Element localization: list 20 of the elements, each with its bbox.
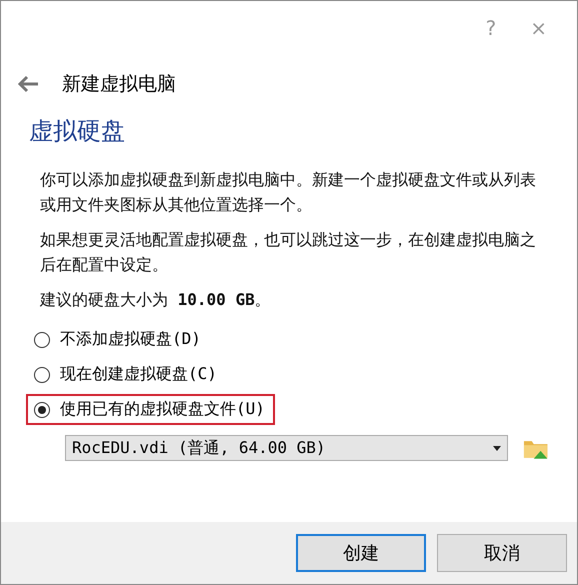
back-button[interactable]: [16, 74, 40, 94]
option-label: 现在创建虚拟硬盘(C): [60, 364, 217, 385]
radio-option[interactable]: 现在创建虚拟硬盘(C): [26, 359, 227, 390]
option-label: 使用已有的虚拟硬盘文件(U): [60, 399, 265, 420]
back-arrow-icon: [16, 74, 40, 94]
wizard-title: 新建虚拟电脑: [62, 72, 176, 97]
radio-button[interactable]: [34, 332, 50, 348]
dialog-button[interactable]: 取消: [437, 534, 567, 572]
caret-icon: [492, 446, 501, 450]
radio-option[interactable]: 不添加虚拟硬盘(D): [26, 324, 211, 355]
description-text: 你可以添加虚拟硬盘到新虚拟电脑中。新建一个虚拟硬盘文件或从列表或用文件夹图标从其他位置选择一个。: [40, 169, 537, 216]
dialog-button[interactable]: 创建: [296, 534, 426, 572]
radio-option[interactable]: 使用已有的虚拟硬盘文件(U): [26, 394, 275, 425]
page-heading: 虚拟硬盘: [29, 116, 126, 147]
disk-dropdown[interactable]: RocEDU.vdi (普通, 64.00 GB): [65, 435, 508, 461]
option-label: 不添加虚拟硬盘(D): [60, 329, 201, 350]
description-text: 建议的硬盘大小为 10.00 GB。: [40, 289, 272, 311]
description-text: 如果想更灵活地配置虚拟硬盘，也可以跳过这一步，在创建虚拟电脑之后在配置中设定。: [40, 229, 537, 276]
radio-button[interactable]: [34, 366, 50, 382]
radio-button[interactable]: [34, 402, 50, 418]
